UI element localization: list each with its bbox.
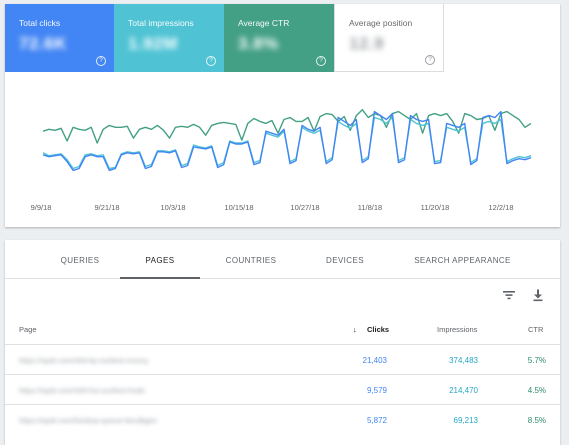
metric-average-position[interactable]: Average position 12.9 ? — [334, 4, 444, 72]
x-tick-label: 9/21/18 — [94, 203, 120, 212]
metric-total-impressions[interactable]: Total impressions 1.92M ? — [114, 4, 224, 72]
clicks-value: 9,579 — [366, 386, 387, 395]
table-row[interactable]: https://opdr.com/hisdorp-queue-tkeulbgen… — [5, 404, 560, 434]
x-tick-label: 10/3/18 — [160, 203, 186, 212]
metric-value: 1.92M — [128, 34, 178, 53]
page-url[interactable]: https://opdr.com/nl/d-hui-ourliest-hudo — [19, 386, 145, 395]
ctr-value: 4.5% — [527, 386, 546, 395]
x-tick-label: 9/9/18 — [30, 203, 52, 212]
column-header-clicks[interactable]: Clicks — [367, 325, 389, 334]
metric-value: 72.6K — [19, 34, 67, 53]
sort-desc-icon[interactable]: ↓ — [353, 325, 357, 334]
dimensions-table-card: QUERIES PAGES COUNTRIES DEVICES SEARCH A… — [5, 240, 560, 445]
metric-value: 3.8% — [238, 34, 279, 53]
help-icon[interactable]: ? — [316, 56, 326, 66]
metric-label: Total clicks — [19, 18, 61, 28]
metric-total-clicks[interactable]: Total clicks 72.6K ? — [5, 4, 114, 72]
filter-icon[interactable] — [502, 288, 516, 302]
clicks-value: 5,872 — [366, 416, 387, 425]
x-tick-label: 10/15/18 — [224, 203, 254, 212]
impressions-value: 214,470 — [449, 386, 478, 395]
tab-search-appearance[interactable]: SEARCH APPEARANCE — [405, 240, 520, 279]
help-icon[interactable]: ? — [425, 55, 435, 65]
tab-queries[interactable]: QUERIES — [41, 240, 119, 279]
metric-label: Average CTR — [238, 18, 290, 28]
impressions-value: 374,483 — [449, 356, 478, 365]
x-tick-label: 12/2/18 — [488, 203, 514, 212]
tab-countries[interactable]: COUNTRIES — [212, 240, 290, 279]
column-header-impressions[interactable]: Impressions — [437, 325, 477, 334]
help-icon[interactable]: ? — [206, 56, 216, 66]
table-row[interactable]: https://opdr.com/nl/d-kp-ourliest-muncy … — [5, 344, 560, 374]
ctr-value: 8.5% — [527, 416, 546, 425]
metric-average-ctr[interactable]: Average CTR 3.8% ? — [224, 4, 334, 72]
impressions-value: 69,213 — [453, 416, 478, 425]
table-row[interactable]: https://opdr.com/nl/d-hui-ourliest-hudo … — [5, 374, 560, 404]
column-header-ctr[interactable]: CTR — [528, 325, 543, 334]
page-url[interactable]: https://opdr.com/nl/d-kp-ourliest-muncy — [19, 356, 148, 365]
x-tick-label: 10/27/18 — [290, 203, 320, 212]
performance-line-chart[interactable] — [5, 72, 560, 227]
help-icon[interactable]: ? — [96, 56, 106, 66]
dimension-tabs: QUERIES PAGES COUNTRIES DEVICES SEARCH A… — [5, 240, 560, 279]
x-tick-label: 11/8/18 — [357, 203, 383, 212]
tab-devices[interactable]: DEVICES — [307, 240, 383, 279]
metric-label: Total impressions — [128, 18, 194, 28]
column-header-page[interactable]: Page — [19, 325, 37, 334]
page-url[interactable]: https://opdr.com/hisdorp-queue-tkeulbgen — [19, 416, 157, 425]
ctr-value: 5.7% — [527, 356, 546, 365]
performance-card: Total clicks 72.6K ? Total impressions 1… — [5, 4, 560, 227]
metric-label: Average position — [349, 18, 413, 28]
series-line-2[interactable] — [42, 110, 532, 172]
tab-pages[interactable]: PAGES — [120, 240, 200, 279]
download-icon[interactable] — [531, 288, 545, 302]
clicks-value: 21,403 — [362, 356, 387, 365]
metric-value: 12.9 — [349, 34, 385, 53]
x-tick-label: 11/20/18 — [420, 203, 450, 212]
